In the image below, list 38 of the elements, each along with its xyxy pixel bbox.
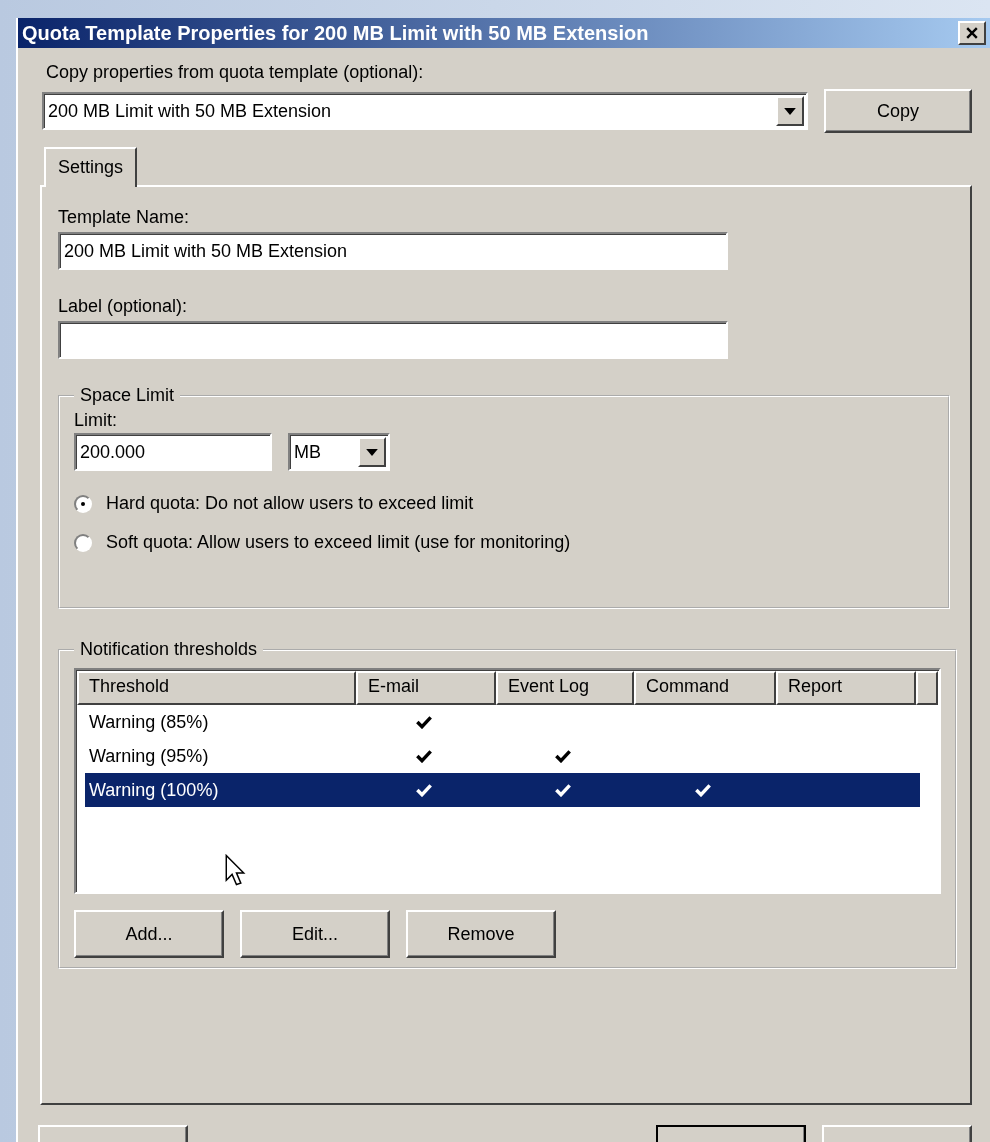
mouse-pointer-icon xyxy=(224,854,246,886)
dropdown-arrow-icon xyxy=(784,107,796,115)
tab[interactable]: Settings xyxy=(44,147,138,187)
label-field[interactable] xyxy=(58,321,728,359)
column-header[interactable]: Event Log xyxy=(496,671,634,705)
field-label: Copy properties from quota template (optional): xyxy=(46,62,425,83)
group-title: Space Limit xyxy=(79,385,176,406)
column-header[interactable]: E-mail xyxy=(356,671,496,705)
group-title: Notification thresholds xyxy=(79,639,259,660)
table-cell-text: Warning (100%) xyxy=(88,779,220,801)
dropdown-arrow-icon xyxy=(366,448,378,456)
copy-button[interactable]: Copy xyxy=(824,89,972,133)
radio-button[interactable] xyxy=(74,533,92,552)
window-title: Quota Template Properties for 200 MB Limit with 50 MB Extension xyxy=(22,21,649,45)
close-button[interactable] xyxy=(958,21,986,45)
table-cell-text: Warning (85%) xyxy=(88,711,210,733)
limit-field[interactable]: 200.000 xyxy=(74,433,272,471)
close-icon xyxy=(966,27,978,39)
column-header[interactable]: Threshold xyxy=(77,671,356,705)
field-label: Label (optional): xyxy=(58,296,189,317)
radio-button[interactable] xyxy=(74,494,92,513)
field-label: Template Name: xyxy=(58,207,191,228)
template-dropdown[interactable]: 200 MB Limit with 50 MB Extension xyxy=(42,92,808,130)
table-row[interactable]: Warning (85%) xyxy=(85,705,920,739)
radio-label[interactable]: Soft quota: Allow users to exceed limit (use for monitoring) xyxy=(106,532,571,553)
radio-label[interactable]: Hard quota: Do not allow users to exceed limit xyxy=(106,493,474,514)
field-label: Limit: xyxy=(74,410,118,431)
column-header[interactable]: Report xyxy=(776,671,916,705)
list-button[interactable]: Edit... xyxy=(240,910,390,958)
column-header xyxy=(916,671,938,705)
unit-dropdown[interactable]: MB xyxy=(288,433,390,471)
table-row[interactable]: Warning (100%) xyxy=(85,773,920,807)
template-name-field[interactable]: 200 MB Limit with 50 MB Extension xyxy=(58,232,728,270)
column-header[interactable]: Command xyxy=(634,671,776,705)
list-button[interactable]: Add... xyxy=(74,910,224,958)
list-button[interactable]: Remove xyxy=(406,910,556,958)
table-row[interactable]: Warning (95%) xyxy=(85,739,920,773)
table-cell-text: Warning (95%) xyxy=(88,745,210,767)
